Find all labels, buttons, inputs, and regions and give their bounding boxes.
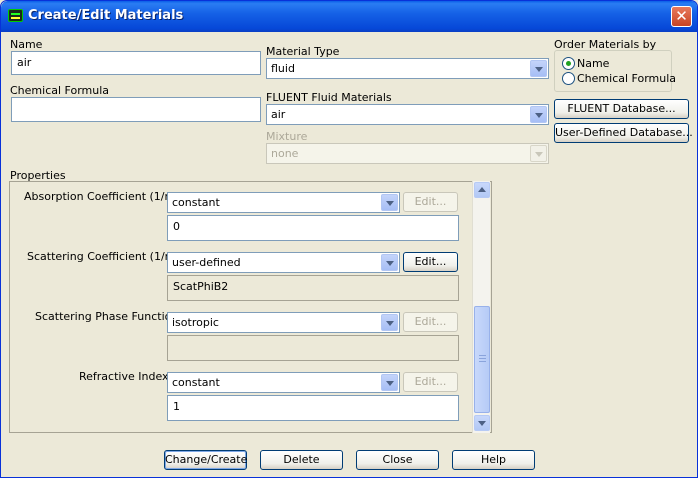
combo-arrow-icon[interactable]	[381, 194, 398, 211]
close-button[interactable]: Close	[356, 450, 439, 470]
property-method-select[interactable]: user-defined	[167, 252, 400, 273]
order-by-group: Name Chemical Formula	[554, 50, 676, 92]
material-type-select[interactable]: fluid	[266, 58, 549, 79]
fluent-materials-value: air	[271, 108, 286, 121]
scroll-up-icon[interactable]	[474, 182, 490, 198]
property-method-select[interactable]: constant	[167, 192, 400, 213]
order-by-formula-radio[interactable]	[562, 72, 575, 85]
chemical-formula-label: Chemical Formula	[10, 84, 110, 97]
scroll-thumb[interactable]	[474, 306, 490, 413]
scroll-down-icon[interactable]	[474, 415, 490, 431]
property-value-display: ScatPhiB2	[167, 275, 459, 301]
title-bar[interactable]: Create/Edit Materials ✕	[1, 1, 697, 32]
name-input[interactable]: air	[11, 51, 261, 75]
properties-panel: Absorption Coefficient (1/m) constant Ed…	[9, 181, 492, 433]
order-by-name-radio[interactable]	[562, 57, 575, 70]
fluent-database-button[interactable]: FLUENT Database...	[554, 99, 689, 119]
combo-arrow-icon[interactable]	[530, 60, 547, 77]
material-type-label: Material Type	[266, 45, 340, 58]
property-method-value: isotropic	[172, 316, 219, 329]
user-defined-database-button[interactable]: User-Defined Database...	[554, 123, 693, 143]
property-label: Refractive Index	[79, 370, 169, 383]
chemical-formula-input[interactable]	[11, 97, 261, 122]
edit-button: Edit...	[403, 372, 458, 392]
combo-arrow-icon	[530, 145, 547, 162]
fluent-materials-label: FLUENT Fluid Materials	[266, 91, 392, 104]
thumb-grip-line	[479, 355, 486, 356]
property-label: Absorption Coefficient (1/m)	[24, 190, 180, 203]
property-method-value: constant	[172, 196, 220, 209]
property-label: Scattering Phase Function	[35, 310, 179, 323]
mixture-label: Mixture	[266, 130, 308, 143]
property-label: Scattering Coefficient (1/m)	[27, 250, 180, 263]
create-edit-materials-dialog: Create/Edit Materials ✕ Name air Chemica…	[0, 0, 698, 478]
app-icon	[8, 9, 23, 22]
thumb-grip-line	[479, 361, 486, 362]
combo-arrow-icon[interactable]	[530, 106, 547, 123]
combo-arrow-icon[interactable]	[381, 374, 398, 391]
edit-button: Edit...	[403, 312, 458, 332]
material-type-value: fluid	[271, 62, 295, 75]
delete-button[interactable]: Delete	[260, 450, 343, 470]
combo-arrow-icon[interactable]	[381, 254, 398, 271]
fluent-materials-select[interactable]: air	[266, 104, 549, 125]
property-method-select[interactable]: isotropic	[167, 312, 400, 333]
properties-scrollbar[interactable]	[472, 181, 490, 433]
order-by-formula-label[interactable]: Chemical Formula	[577, 72, 676, 85]
name-label: Name	[10, 38, 43, 51]
change-create-button[interactable]: Change/Create	[164, 450, 247, 470]
property-value-input[interactable]: 0	[167, 215, 459, 241]
help-button[interactable]: Help	[452, 450, 535, 470]
order-by-name-label[interactable]: Name	[577, 57, 609, 70]
property-value-display	[167, 335, 459, 361]
edit-button[interactable]: Edit...	[403, 252, 458, 272]
combo-arrow-icon[interactable]	[381, 314, 398, 331]
property-method-value: constant	[172, 376, 220, 389]
property-method-select[interactable]: constant	[167, 372, 400, 393]
property-value-input[interactable]: 1	[167, 395, 459, 421]
property-method-value: user-defined	[172, 256, 241, 269]
window-title: Create/Edit Materials	[28, 8, 184, 23]
mixture-value: none	[271, 147, 299, 160]
mixture-select: none	[266, 143, 549, 164]
close-icon[interactable]: ✕	[671, 6, 692, 27]
thumb-grip-line	[479, 358, 486, 359]
edit-button: Edit...	[403, 192, 458, 212]
